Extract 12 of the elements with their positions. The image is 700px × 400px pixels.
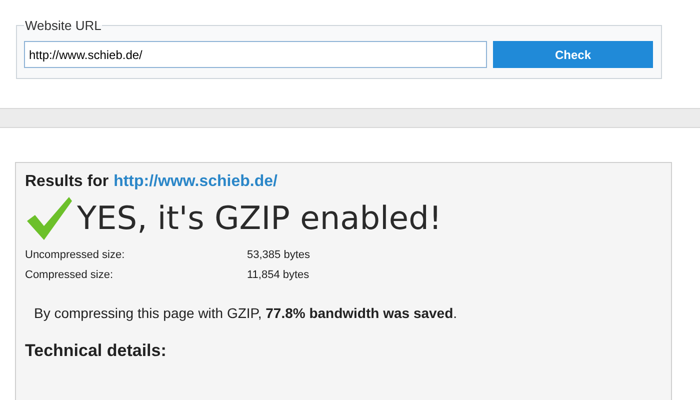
check-button[interactable]: Check bbox=[493, 41, 653, 68]
size-value: 11,854 bytes bbox=[247, 269, 310, 281]
size-label: Uncompressed size: bbox=[25, 249, 126, 261]
size-label: Compressed size: bbox=[25, 269, 114, 281]
url-input-field[interactable]: http://www.schieb.de/ bbox=[24, 41, 487, 68]
details-heading: Technical details: bbox=[25, 341, 168, 361]
size-value: 53,385 bytes bbox=[247, 249, 310, 261]
verdict-text: YES, it's GZIP enabled! bbox=[77, 199, 442, 237]
savings-summary: By compressing this page with GZIP, 77.8% bandwidth was saved. bbox=[34, 305, 458, 321]
result-url-link[interactable]: http://www.schieb.de/ bbox=[114, 173, 278, 191]
results-heading: Results for bbox=[25, 173, 109, 191]
form-legend: Website URL bbox=[24, 18, 102, 33]
